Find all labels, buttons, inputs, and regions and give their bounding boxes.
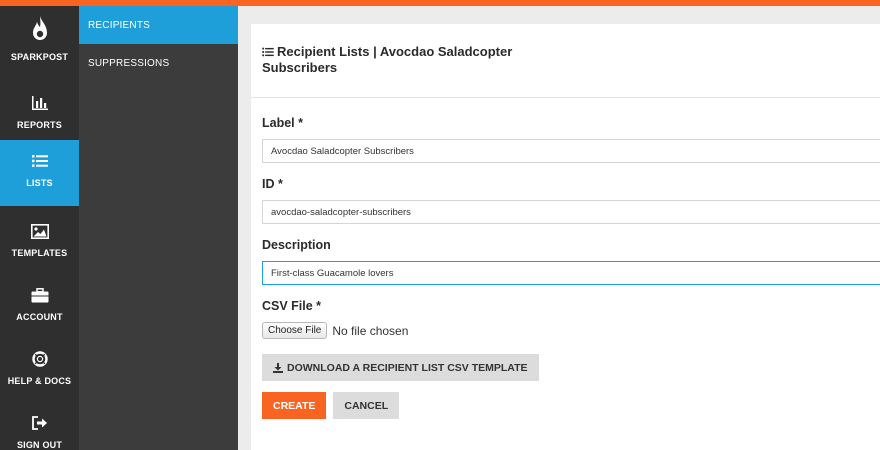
page-title-text: Recipient Lists | Avocdao Saladcopter Su… [262, 44, 513, 75]
label-field-label: Label * [262, 116, 303, 130]
cancel-button[interactable]: CANCEL [333, 392, 400, 419]
nav-logo-sparkpost[interactable]: SPARKPOST [0, 6, 79, 76]
life-ring-icon [31, 348, 48, 370]
nav-item-label: REPORTS [17, 120, 62, 130]
nav-item-label: ACCOUNT [16, 312, 63, 322]
csv-file-picker: Choose File No file chosen [262, 322, 880, 339]
nav-item-templates[interactable]: TEMPLATES [0, 210, 79, 272]
list-icon [31, 150, 48, 172]
id-input[interactable] [262, 200, 880, 224]
list-icon [262, 45, 274, 60]
image-icon [30, 220, 49, 242]
flame-icon [31, 14, 49, 44]
sign-out-icon [31, 412, 48, 434]
nav-logo-label: SPARKPOST [10, 52, 69, 62]
choose-file-button[interactable]: Choose File [262, 322, 328, 339]
nav-item-label: LISTS [26, 178, 53, 188]
nav-item-lists[interactable]: LISTS [0, 140, 79, 206]
primary-nav: SPARKPOST REPORTS LISTS TEMPLATES ACCOUN… [0, 6, 79, 450]
download-csv-template-label: DOWNLOAD A RECIPIENT LIST CSV TEMPLATE [287, 361, 528, 374]
nav-item-label: TEMPLATES [11, 248, 68, 258]
download-csv-template-button[interactable]: DOWNLOAD A RECIPIENT LIST CSV TEMPLATE [262, 354, 539, 381]
file-status-text: No file chosen [332, 323, 409, 338]
description-field-label: Description [262, 238, 331, 252]
subnav-item-suppressions[interactable]: SUPPRESSIONS [79, 44, 238, 82]
secondary-nav: RECIPIENTS SUPPRESSIONS [79, 6, 238, 450]
nav-item-account[interactable]: ACCOUNT [0, 274, 79, 336]
bar-chart-icon [31, 92, 49, 114]
form-actions: CREATE CANCEL [262, 392, 880, 419]
create-button[interactable]: CREATE [262, 392, 327, 419]
label-input[interactable] [262, 139, 880, 163]
subnav-item-recipients[interactable]: RECIPIENTS [79, 6, 238, 44]
panel-header: Recipient Lists | Avocdao Saladcopter Su… [251, 24, 880, 98]
id-field-label: ID * [262, 177, 283, 191]
description-input[interactable] [262, 261, 880, 285]
download-icon [273, 362, 283, 373]
nav-item-sign-out[interactable]: SIGN OUT [0, 402, 79, 450]
nav-item-reports[interactable]: REPORTS [0, 82, 79, 144]
nav-item-help-docs[interactable]: HELP & DOCS [0, 338, 79, 400]
recipient-list-panel: Recipient Lists | Avocdao Saladcopter Su… [251, 24, 880, 450]
page-title: Recipient Lists | Avocdao Saladcopter Su… [262, 44, 522, 75]
csv-file-field-label: CSV File * [262, 299, 322, 313]
briefcase-icon [31, 284, 49, 306]
nav-item-label: HELP & DOCS [7, 376, 72, 386]
recipient-list-form: Label * ID * Description CSV File * Choo… [251, 98, 880, 419]
nav-item-label: SIGN OUT [16, 440, 63, 450]
